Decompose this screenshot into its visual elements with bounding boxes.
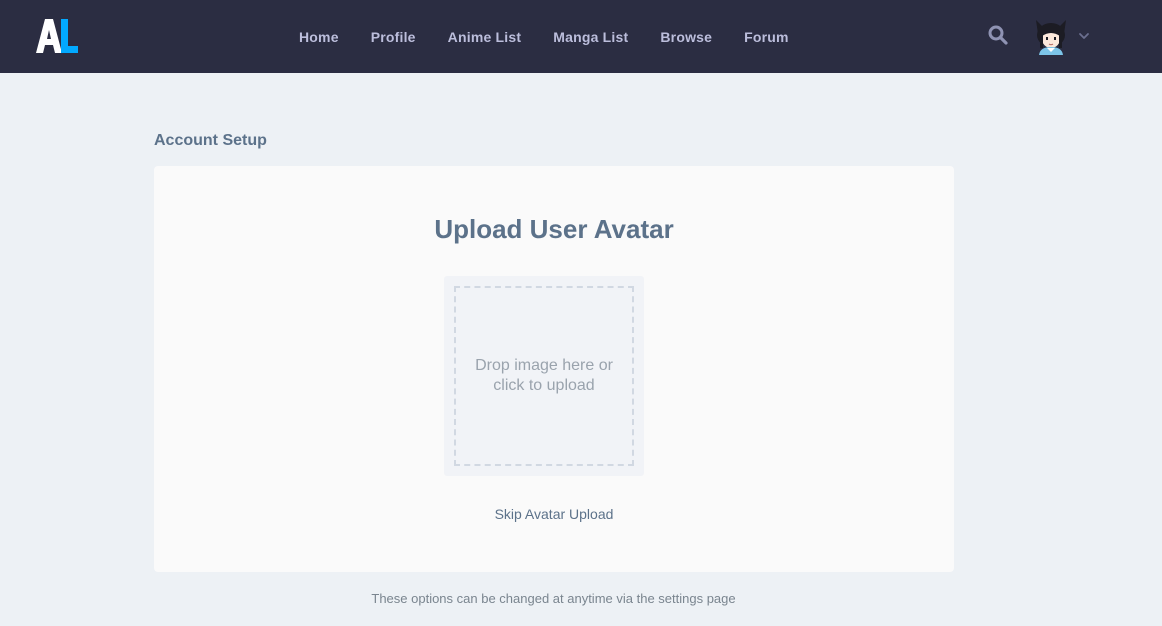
chevron-down-icon[interactable]	[1078, 31, 1090, 41]
anilist-logo[interactable]	[36, 19, 78, 53]
footer-note: These options can be changed at anytime …	[371, 591, 736, 606]
avatar-dropzone[interactable]: Drop image here or click to upload	[444, 276, 644, 476]
user-avatar[interactable]	[1034, 18, 1068, 55]
section-title: Account Setup	[154, 132, 267, 149]
skip-avatar-upload-link[interactable]: Skip Avatar Upload	[154, 506, 954, 522]
nav-browse[interactable]: Browse	[660, 29, 712, 45]
dropzone-border[interactable]: Drop image here or click to upload	[454, 286, 634, 466]
nav-manga-list[interactable]: Manga List	[553, 29, 628, 45]
setup-card: Upload User Avatar Drop image here or cl…	[154, 166, 954, 572]
top-navbar: Home Profile Anime List Manga List Brows…	[0, 0, 1162, 73]
dropzone-text: Drop image here or click to upload	[475, 357, 613, 394]
nav-profile[interactable]: Profile	[371, 29, 416, 45]
main-nav: Home Profile Anime List Manga List Brows…	[299, 0, 821, 73]
nav-forum[interactable]: Forum	[744, 29, 789, 45]
nav-home[interactable]: Home	[299, 29, 339, 45]
nav-anime-list[interactable]: Anime List	[448, 29, 522, 45]
card-title: Upload User Avatar	[434, 214, 674, 244]
search-icon[interactable]	[988, 25, 1008, 45]
